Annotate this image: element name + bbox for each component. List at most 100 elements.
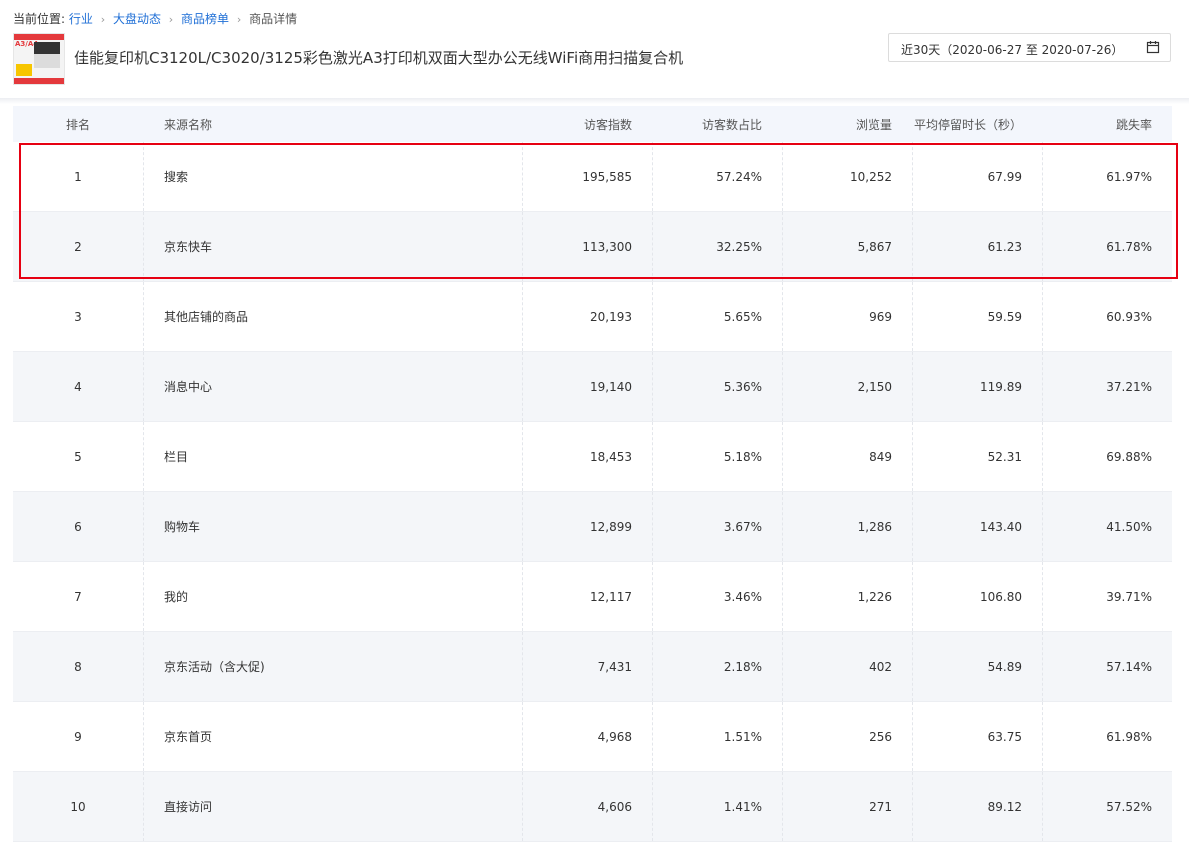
- table-row[interactable]: 5 栏目 18,453 5.18% 849 52.31 69.88%: [13, 422, 1172, 492]
- cell-source: 购物车: [164, 520, 201, 534]
- cell-avg-duration: 143.40: [980, 519, 1022, 534]
- cell-rank: 2: [74, 239, 82, 254]
- cell-page-views: 10,252: [850, 169, 892, 184]
- breadcrumb-link-market[interactable]: 大盘动态: [113, 12, 161, 26]
- column-divider: [143, 142, 145, 211]
- header-divider: [0, 98, 1189, 104]
- column-divider: [143, 422, 145, 491]
- cell-bounce-rate: 69.88%: [1106, 449, 1152, 464]
- breadcrumb-label: 当前位置:: [13, 12, 66, 26]
- cell-avg-duration: 61.23: [987, 239, 1022, 254]
- header-visitor-share[interactable]: 访客数占比: [652, 106, 762, 142]
- cell-visitor-index: 113,300: [582, 239, 632, 254]
- cell-rank: 5: [74, 449, 82, 464]
- cell-visitor-share: 32.25%: [716, 239, 762, 254]
- cell-visitor-index: 19,140: [590, 379, 632, 394]
- cell-bounce-rate: 61.78%: [1106, 239, 1152, 254]
- table-row[interactable]: 9 京东首页 4,968 1.51% 256 63.75 61.98%: [13, 702, 1172, 772]
- cell-visitor-index: 18,453: [590, 449, 632, 464]
- cell-visitor-share: 3.46%: [723, 589, 762, 604]
- cell-page-views: 2,150: [857, 379, 892, 394]
- cell-bounce-rate: 39.71%: [1106, 589, 1152, 604]
- chevron-right-icon: ›: [168, 13, 174, 26]
- table-header: 排名 来源名称 访客指数 访客数占比 浏览量 平均停留时长（秒） 跳失率: [13, 106, 1172, 142]
- cell-page-views: 1,226: [857, 589, 892, 604]
- cell-bounce-rate: 61.97%: [1106, 169, 1152, 184]
- cell-rank: 1: [74, 169, 82, 184]
- column-divider: [143, 212, 145, 281]
- column-divider: [143, 562, 145, 631]
- header-page-views[interactable]: 浏览量: [782, 106, 892, 142]
- product-thumbnail[interactable]: A3/A4: [13, 33, 65, 85]
- table-row[interactable]: 6 购物车 12,899 3.67% 1,286 143.40 41.50%: [13, 492, 1172, 562]
- cell-page-views: 402: [869, 659, 892, 674]
- header-avg-duration[interactable]: 平均停留时长（秒）: [912, 106, 1022, 142]
- date-range-value: 近30天（2020-06-27 至 2020-07-26）: [901, 43, 1124, 57]
- cell-rank: 8: [74, 659, 82, 674]
- column-divider: [143, 702, 145, 771]
- cell-source: 其他店铺的商品: [164, 310, 249, 324]
- table-row[interactable]: 4 消息中心 19,140 5.36% 2,150 119.89 37.21%: [13, 352, 1172, 422]
- cell-rank: 4: [74, 379, 82, 394]
- cell-page-views: 271: [869, 799, 892, 814]
- cell-avg-duration: 89.12: [987, 799, 1022, 814]
- cell-visitor-share: 5.18%: [723, 449, 762, 464]
- cell-avg-duration: 63.75: [987, 729, 1022, 744]
- breadcrumb-current: 商品详情: [249, 12, 298, 26]
- column-divider: [143, 632, 145, 701]
- cell-visitor-share: 5.65%: [723, 309, 762, 324]
- table-body: 1 搜索 195,585 57.24% 10,252 67.99 61.97% 2 京东快车 11…: [13, 142, 1172, 842]
- cell-visitor-index: 4,968: [597, 729, 632, 744]
- header-bounce-rate[interactable]: 跳失率: [1042, 106, 1152, 142]
- cell-avg-duration: 52.31: [987, 449, 1022, 464]
- table-row[interactable]: 8 京东活动（含大促) 7,431 2.18% 402 54.89 57.14%: [13, 632, 1172, 702]
- column-divider: [143, 352, 145, 421]
- header-visitor-index[interactable]: 访客指数: [522, 106, 632, 142]
- chevron-right-icon: ›: [236, 13, 242, 26]
- cell-visitor-index: 195,585: [582, 169, 632, 184]
- table-row[interactable]: 1 搜索 195,585 57.24% 10,252 67.99 61.97%: [13, 142, 1172, 212]
- cell-rank: 6: [74, 519, 82, 534]
- breadcrumb-link-ranking[interactable]: 商品榜单: [181, 12, 229, 26]
- date-range-picker[interactable]: 近30天（2020-06-27 至 2020-07-26）: [888, 33, 1171, 62]
- calendar-icon[interactable]: [1146, 40, 1160, 54]
- chevron-right-icon: ›: [100, 13, 106, 26]
- cell-source: 搜索: [164, 170, 189, 184]
- cell-bounce-rate: 41.50%: [1106, 519, 1152, 534]
- cell-source: 京东快车: [164, 240, 213, 254]
- cell-visitor-share: 3.67%: [723, 519, 762, 534]
- cell-source: 消息中心: [164, 380, 213, 394]
- cell-avg-duration: 119.89: [980, 379, 1022, 394]
- column-divider: [143, 772, 145, 841]
- header-source[interactable]: 来源名称: [164, 106, 464, 142]
- cell-bounce-rate: 60.93%: [1106, 309, 1152, 324]
- cell-avg-duration: 106.80: [980, 589, 1022, 604]
- cell-rank: 3: [74, 309, 82, 324]
- cell-rank: 9: [74, 729, 82, 744]
- table-row[interactable]: 7 我的 12,117 3.46% 1,226 106.80 39.71%: [13, 562, 1172, 632]
- cell-bounce-rate: 37.21%: [1106, 379, 1152, 394]
- cell-visitor-share: 2.18%: [723, 659, 762, 674]
- cell-avg-duration: 59.59: [987, 309, 1022, 324]
- table-row[interactable]: 2 京东快车 113,300 32.25% 5,867 61.23 61.78%: [13, 212, 1172, 282]
- cell-page-views: 1,286: [857, 519, 892, 534]
- cell-visitor-index: 7,431: [597, 659, 632, 674]
- table-row[interactable]: 10 直接访问 4,606 1.41% 271 89.12 57.52%: [13, 772, 1172, 842]
- table-row[interactable]: 3 其他店铺的商品 20,193 5.65% 969 59.59 60.93%: [13, 282, 1172, 352]
- header-rank[interactable]: 排名: [13, 106, 143, 142]
- cell-visitor-index: 12,117: [590, 589, 632, 604]
- cell-visitor-index: 20,193: [590, 309, 632, 324]
- cell-page-views: 256: [869, 729, 892, 744]
- cell-source: 京东活动（含大促): [164, 660, 265, 674]
- cell-visitor-share: 1.41%: [723, 799, 762, 814]
- cell-source: 我的: [164, 590, 189, 604]
- cell-rank: 7: [74, 589, 82, 604]
- cell-visitor-share: 1.51%: [723, 729, 762, 744]
- breadcrumb-link-industry[interactable]: 行业: [69, 12, 93, 26]
- cell-rank: 10: [70, 799, 86, 814]
- cell-avg-duration: 67.99: [987, 169, 1022, 184]
- cell-page-views: 5,867: [857, 239, 892, 254]
- cell-bounce-rate: 57.52%: [1106, 799, 1152, 814]
- cell-bounce-rate: 57.14%: [1106, 659, 1152, 674]
- cell-source: 京东首页: [164, 730, 213, 744]
